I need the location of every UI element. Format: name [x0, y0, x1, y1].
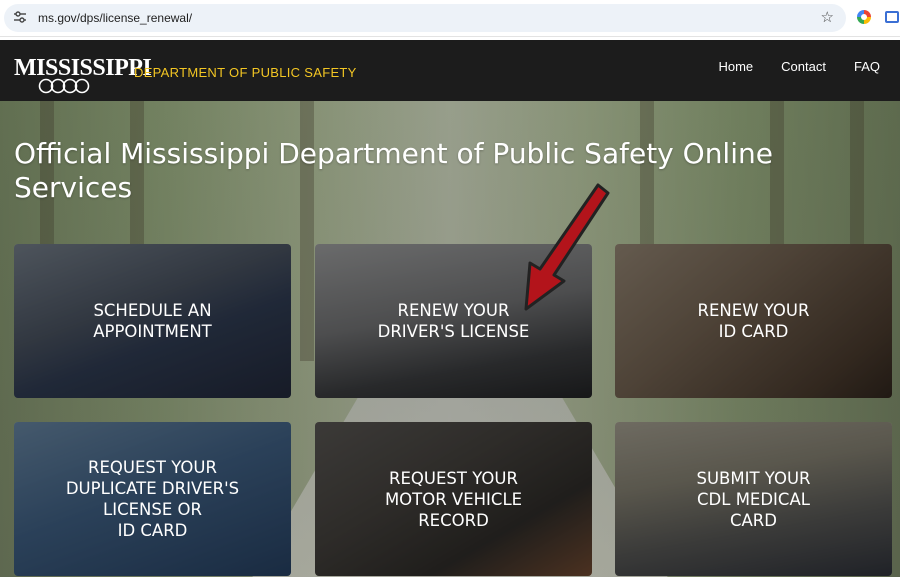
page-title: Official Mississippi Department of Publi…: [14, 137, 773, 204]
nav-home[interactable]: Home: [718, 59, 753, 74]
tile-submit-cdl-medical-card[interactable]: SUBMIT YOUR CDL MEDICAL CARD: [615, 422, 892, 576]
department-title: DEPARTMENT OF PUBLIC SAFETY: [134, 65, 357, 80]
tile-renew-id-card[interactable]: RENEW YOUR ID CARD: [615, 244, 892, 398]
tile-renew-drivers-license[interactable]: RENEW YOUR DRIVER'S LICENSE: [315, 244, 592, 398]
nav-contact[interactable]: Contact: [781, 59, 826, 74]
tile-label[interactable]: SCHEDULE AN APPOINTMENT: [14, 244, 291, 398]
tile-label[interactable]: RENEW YOUR ID CARD: [615, 244, 892, 398]
tile-label[interactable]: SUBMIT YOUR CDL MEDICAL CARD: [615, 422, 892, 576]
tile-request-motor-vehicle-record[interactable]: REQUEST YOUR MOTOR VEHICLE RECORD: [315, 422, 592, 576]
star-icon[interactable]: ☆: [821, 8, 834, 26]
main-nav: Home Contact FAQ: [718, 59, 880, 74]
nav-faq[interactable]: FAQ: [854, 59, 880, 74]
mississippi-logo[interactable]: MISSISSIPPI: [14, 56, 152, 80]
extension-icon[interactable]: [857, 10, 871, 24]
tile-label[interactable]: RENEW YOUR DRIVER'S LICENSE: [315, 244, 592, 398]
site-header: MISSISSIPPI DEPARTMENT OF PUBLIC SAFETY …: [0, 40, 900, 101]
browser-toolbar: ms.gov/dps/license_renewal/ ☆: [0, 0, 900, 37]
hero-section: Official Mississippi Department of Publi…: [0, 101, 900, 577]
url-text[interactable]: ms.gov/dps/license_renewal/: [38, 11, 192, 25]
tune-icon[interactable]: [13, 10, 27, 24]
address-bar[interactable]: ms.gov/dps/license_renewal/ ☆: [4, 4, 846, 32]
tile-schedule-appointment[interactable]: SCHEDULE AN APPOINTMENT: [14, 244, 291, 398]
side-panel-icon[interactable]: [885, 11, 899, 23]
tile-label[interactable]: REQUEST YOUR MOTOR VEHICLE RECORD: [315, 422, 592, 576]
logo-rings-icon: [38, 78, 90, 94]
tile-request-duplicate-license[interactable]: REQUEST YOUR DUPLICATE DRIVER'S LICENSE …: [14, 422, 291, 576]
tile-label[interactable]: REQUEST YOUR DUPLICATE DRIVER'S LICENSE …: [14, 422, 291, 576]
